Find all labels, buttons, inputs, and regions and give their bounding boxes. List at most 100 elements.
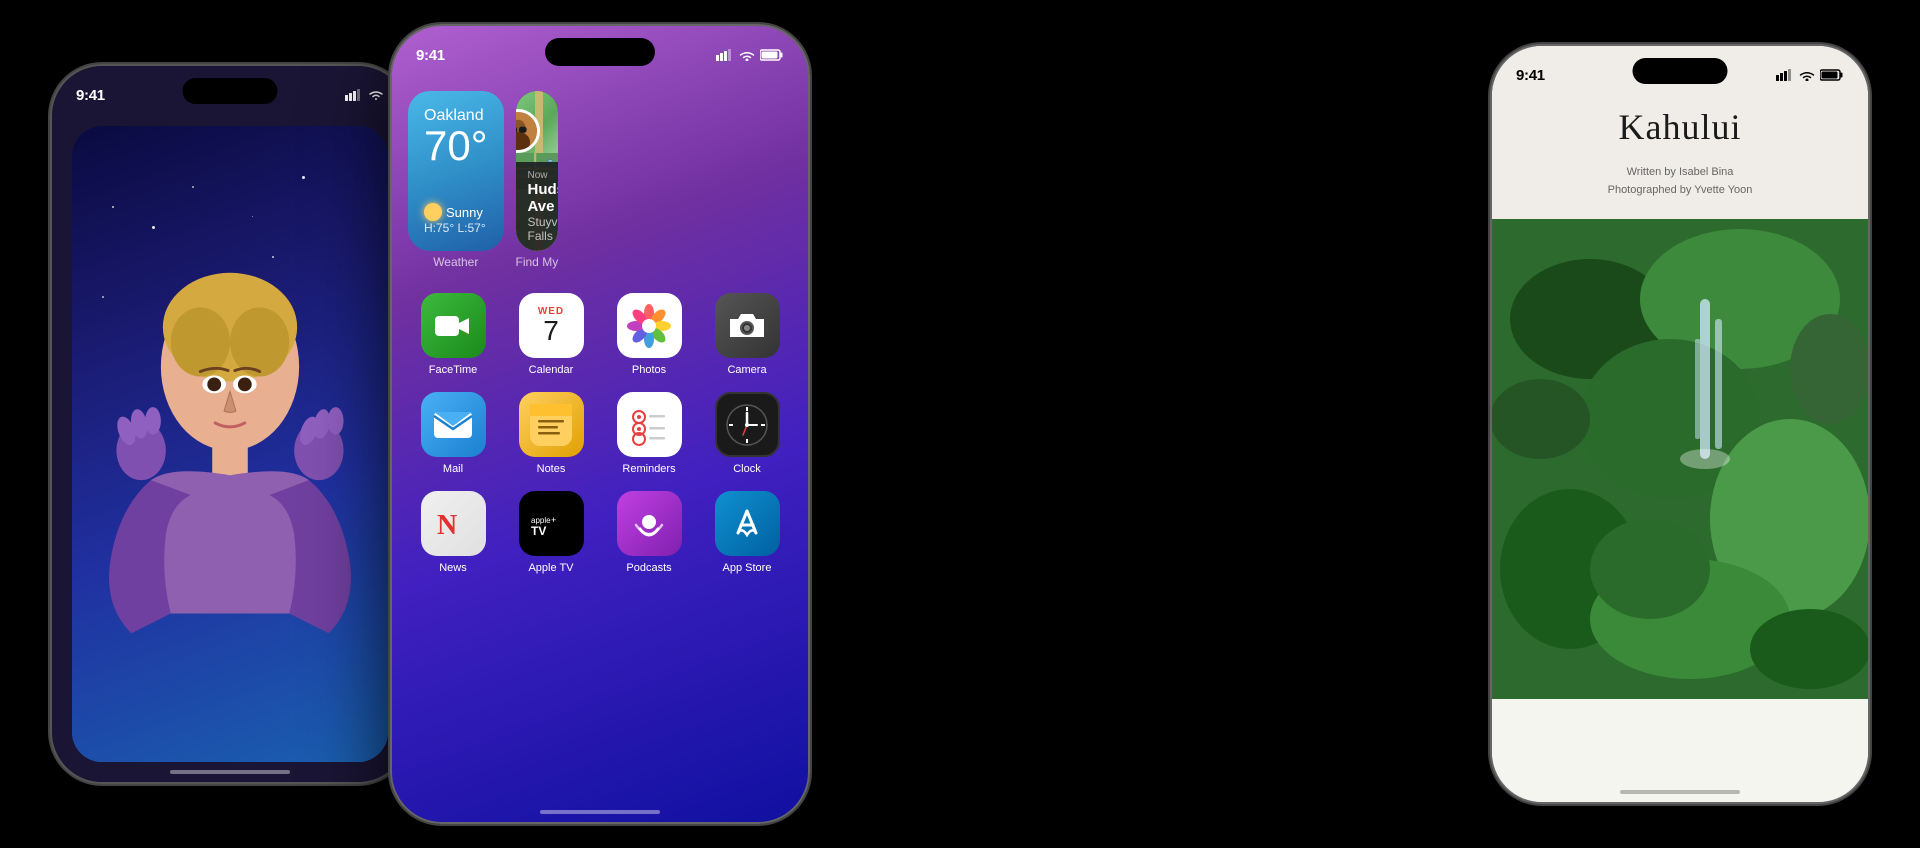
notes-label: Notes [537,463,566,475]
app-grid: FaceTime WED 7 Calendar [408,293,792,574]
appstore-svg [728,505,766,543]
phone-right: 9:41 [1490,44,1870,804]
appletv-svg: apple TV + [529,509,573,539]
portrait-image [72,126,388,762]
battery-icon-right [1820,69,1844,81]
status-icons-center [716,49,784,61]
app-podcasts[interactable]: Podcasts [604,491,694,574]
facetime-icon [421,293,486,358]
clock-label: Clock [733,463,761,475]
app-clock[interactable]: Clock [702,392,792,475]
appstore-icon [715,491,780,556]
home-indicator-center [540,810,660,814]
status-bar-left: 9:41 [52,66,408,116]
svg-text:N: N [437,510,457,541]
app-camera[interactable]: Camera [702,293,792,376]
findmy-street: Hudson Ave [528,181,547,215]
aerial-svg [1492,219,1868,699]
time-left: 9:41 [76,87,105,104]
calendar-icon: WED 7 [519,293,584,358]
book-title: Kahului [1516,106,1844,148]
signal-icon-center [716,49,734,61]
notes-svg [530,404,572,446]
weather-hl: H:75° L:57° [424,221,488,235]
app-photos[interactable]: Photos [604,293,694,376]
findmy-city: Stuyvesant Falls [528,215,547,243]
camera-label: Camera [727,364,766,376]
findmy-widget-container[interactable]: Kinderhook LIND... 25A [516,91,559,269]
svg-text:TV: TV [531,524,546,538]
findmy-now: Now [528,170,547,181]
podcasts-svg [630,505,668,543]
star-5 [302,176,305,179]
reminders-svg [625,401,673,449]
appstore-label: App Store [723,562,772,574]
calendar-label: Calendar [529,364,574,376]
app-appstore[interactable]: App Store [702,491,792,574]
mail-svg [433,411,473,439]
weather-widget[interactable]: Oakland 70° Sunny H:75° L:57° Weather [408,91,504,269]
app-news[interactable]: N News [408,491,498,574]
home-indicator-left [170,770,290,774]
appletv-icon: apple TV + [519,491,584,556]
signal-icon-left [345,89,363,101]
app-calendar[interactable]: WED 7 Calendar [506,293,596,376]
news-svg: N [433,506,473,542]
status-icons-left [345,89,384,101]
podcasts-icon [617,491,682,556]
phone-left-content: 9:41 [52,66,408,782]
star-3 [192,186,194,188]
sun-icon [424,203,442,221]
mail-icon [421,392,486,457]
reminders-label: Reminders [622,463,675,475]
status-bar-right: 9:41 [1492,46,1868,96]
notes-icon [519,392,584,457]
time-right: 9:41 [1516,67,1545,84]
podcasts-label: Podcasts [626,562,671,574]
reminders-icon [617,392,682,457]
clock-icon [715,392,780,457]
phone-left: 9:41 [50,64,410,784]
weather-temp: 70° [424,125,488,167]
dynamic-island-center [545,38,655,66]
clock-svg [721,399,773,451]
photos-icon [617,293,682,358]
center-content: Oakland 70° Sunny H:75° L:57° Weather [392,81,808,822]
weather-condition: Sunny [424,203,488,221]
app-mail[interactable]: Mail [408,392,498,475]
mail-label: Mail [443,463,463,475]
svg-text:+: + [551,515,556,525]
wifi-icon-right [1799,69,1815,81]
home-indicator-right [1620,790,1740,794]
app-appletv[interactable]: apple TV + Apple TV [506,491,596,574]
status-icons-right [1776,69,1844,81]
dynamic-island-right [1633,58,1728,84]
battery-icon-center [760,49,784,61]
status-bar-center: 9:41 [392,26,808,76]
app-reminders[interactable]: Reminders [604,392,694,475]
camera-icon [715,293,780,358]
app-facetime[interactable]: FaceTime [408,293,498,376]
photos-label: Photos [632,364,666,376]
book-photographed-by: Photographed by Yvette Yoon [1516,182,1844,200]
time-center: 9:41 [416,47,445,64]
book-image [1492,219,1868,699]
wifi-icon-left [368,89,384,101]
video-icon [435,313,471,339]
phone-center: 9:41 [390,24,810,824]
portrait-svg [72,221,388,762]
weather-desc: Sunny [446,205,483,220]
camera-svg [728,311,766,341]
app-notes[interactable]: Notes [506,392,596,475]
wifi-icon-center [739,49,755,61]
calendar-day: 7 [543,317,559,345]
star-7 [252,216,253,217]
findmy-label: Find My [516,255,559,269]
appletv-label: Apple TV [528,562,573,574]
findmy-info: Now Hudson Ave Stuyvesant Falls [516,162,559,251]
news-icon: N [421,491,486,556]
facetime-label: FaceTime [429,364,478,376]
book-written-by: Written by Isabel Bina [1516,164,1844,182]
news-label: News [439,562,467,574]
signal-icon-right [1776,69,1794,81]
